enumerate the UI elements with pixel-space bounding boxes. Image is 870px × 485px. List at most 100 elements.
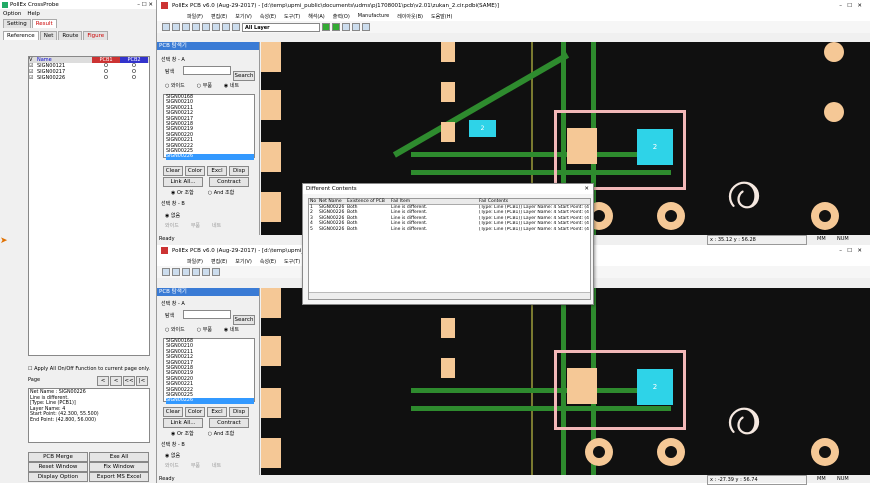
apply-all-checkbox[interactable]: ☐ Apply All On/Off Function to current p…: [28, 366, 150, 372]
menu-prop[interactable]: 속성(E): [260, 258, 276, 265]
net-list[interactable]: SIGN00168 SIGN00210 SIGN00211 SIGN00212 SIGN…: [163, 338, 255, 404]
radio-and[interactable]: ○ And 조합: [208, 189, 235, 196]
clear-button[interactable]: Clear: [163, 407, 183, 417]
menu-view[interactable]: 보기(V): [235, 258, 252, 265]
radio-net[interactable]: ◉ 네트: [224, 326, 239, 333]
print-icon[interactable]: [182, 268, 190, 276]
tab-result[interactable]: Result: [31, 19, 57, 28]
link-all-button[interactable]: Link All...: [163, 177, 203, 187]
radio-b-part[interactable]: 부품: [191, 222, 200, 229]
print-icon[interactable]: [182, 23, 190, 31]
open-icon[interactable]: [162, 23, 170, 31]
radio-b-wide[interactable]: 와이드: [165, 462, 179, 469]
page-last-button[interactable]: |<: [136, 376, 148, 386]
contract-button[interactable]: Contract: [209, 177, 249, 187]
radio-part[interactable]: ○ 부품: [197, 82, 212, 89]
radio-b-part[interactable]: 부품: [191, 462, 200, 469]
page-first-button[interactable]: <<: [123, 376, 135, 386]
radio-net[interactable]: ◉ 네트: [224, 82, 239, 89]
window-controls[interactable]: – ☐ ✕: [839, 248, 870, 254]
radio-and[interactable]: ○ And 조합: [208, 430, 235, 437]
display-option-button[interactable]: Display Option: [28, 472, 88, 482]
excl-button[interactable]: Excl: [207, 166, 227, 176]
menu-edit[interactable]: 편집(E): [211, 13, 227, 20]
zoom-icon[interactable]: [192, 23, 200, 31]
menu-tool[interactable]: 도구(T): [284, 258, 300, 265]
menu-file[interactable]: 파일(F): [187, 258, 203, 265]
layer-icon[interactable]: [222, 23, 230, 31]
route-icon[interactable]: [332, 23, 340, 31]
radio-none[interactable]: ◉ 없음: [165, 212, 180, 219]
fix-window-button[interactable]: Fix Window: [89, 462, 149, 472]
horizontal-scrollbar[interactable]: [309, 292, 590, 299]
menu-analysis[interactable]: 해석(A): [308, 13, 325, 20]
menu-edit[interactable]: 편집(E): [211, 258, 227, 265]
group-a-label: 선택 창 - A: [161, 301, 185, 307]
radio-part[interactable]: ○ 부품: [197, 326, 212, 333]
save-icon[interactable]: [172, 23, 180, 31]
radio-b-net[interactable]: 네트: [212, 462, 221, 469]
color-button[interactable]: Color: [185, 166, 205, 176]
radio-wide[interactable]: ○ 와이드: [165, 326, 185, 333]
page-prev-button[interactable]: <: [97, 376, 109, 386]
close-icon[interactable]: ✕: [584, 184, 593, 194]
excl-button[interactable]: Excl: [207, 407, 227, 417]
pcb-canvas-bottom[interactable]: 2 ට: [261, 288, 870, 475]
clear-button[interactable]: Clear: [163, 166, 183, 176]
save-icon[interactable]: [172, 268, 180, 276]
search-button[interactable]: Search: [233, 71, 255, 81]
table-row[interactable]: 5 SIGN00226 Both Line is different. [Type: L…: [309, 227, 590, 233]
tab-figure[interactable]: Figure: [83, 31, 109, 40]
search-input[interactable]: [183, 66, 231, 75]
exe-all-button[interactable]: Exe All: [89, 452, 149, 462]
select-icon[interactable]: [202, 23, 210, 31]
view-icon[interactable]: [342, 23, 350, 31]
tab-setting[interactable]: Setting: [3, 19, 31, 28]
window-controls[interactable]: – ☐ ✕: [137, 2, 156, 8]
page-next-button[interactable]: <: [110, 376, 122, 386]
open-icon[interactable]: [162, 268, 170, 276]
menu-view[interactable]: 보기(V): [235, 13, 252, 20]
zoom-icon[interactable]: [192, 268, 200, 276]
radio-or[interactable]: ◉ Or 조합: [171, 430, 194, 437]
menu-help[interactable]: 도움말(H): [431, 13, 452, 20]
menu-file[interactable]: 파일(F): [187, 13, 203, 20]
search-label: 탐색: [165, 69, 175, 75]
menu-prop[interactable]: 속성(E): [260, 13, 276, 20]
radio-b-wide[interactable]: 와이드: [165, 222, 179, 229]
measure-icon[interactable]: [212, 23, 220, 31]
net-list[interactable]: SIGN00168 SIGN00210 SIGN00211 SIGN00212 SIGN…: [163, 94, 255, 160]
radio-none[interactable]: ◉ 없음: [165, 452, 180, 459]
radio-wide[interactable]: ○ 와이드: [165, 82, 185, 89]
layer-select[interactable]: All Layer: [242, 22, 320, 32]
tab-net[interactable]: Net: [39, 31, 58, 40]
menu-manufacture[interactable]: Manufacture: [358, 13, 389, 19]
tab-route[interactable]: Route: [58, 31, 83, 40]
radio-or[interactable]: ◉ Or 조합: [171, 189, 194, 196]
tab-reference[interactable]: Reference: [3, 31, 39, 40]
fit-icon[interactable]: [352, 23, 360, 31]
reset-window-button[interactable]: Reset Window: [28, 462, 88, 472]
menu-option[interactable]: Option: [3, 11, 21, 17]
export-excel-button[interactable]: Export MS Excel: [89, 472, 149, 482]
search-input[interactable]: [183, 310, 231, 319]
radio-b-net[interactable]: 네트: [212, 222, 221, 229]
measure-icon[interactable]: [212, 268, 220, 276]
link-all-button[interactable]: Link All...: [163, 418, 203, 428]
menu-output[interactable]: 출력(O): [333, 13, 350, 20]
window-controls[interactable]: – ☐ ✕: [839, 3, 870, 9]
color-button[interactable]: Color: [185, 407, 205, 417]
menu-tool[interactable]: 도구(T): [284, 13, 300, 20]
disp-button[interactable]: Disp: [229, 166, 249, 176]
search-button[interactable]: Search: [233, 315, 255, 325]
table-row[interactable]: ☑ SIGN00226 O O: [29, 75, 149, 81]
drc-icon[interactable]: [322, 23, 330, 31]
redraw-icon[interactable]: [362, 23, 370, 31]
menu-help[interactable]: Help: [27, 11, 40, 17]
contract-button[interactable]: Contract: [209, 418, 249, 428]
grid-icon[interactable]: [232, 23, 240, 31]
menu-layout[interactable]: 레이아웃(B): [397, 13, 423, 20]
disp-button[interactable]: Disp: [229, 407, 249, 417]
pcb-merge-button[interactable]: PCB Merge: [28, 452, 88, 462]
select-icon[interactable]: [202, 268, 210, 276]
